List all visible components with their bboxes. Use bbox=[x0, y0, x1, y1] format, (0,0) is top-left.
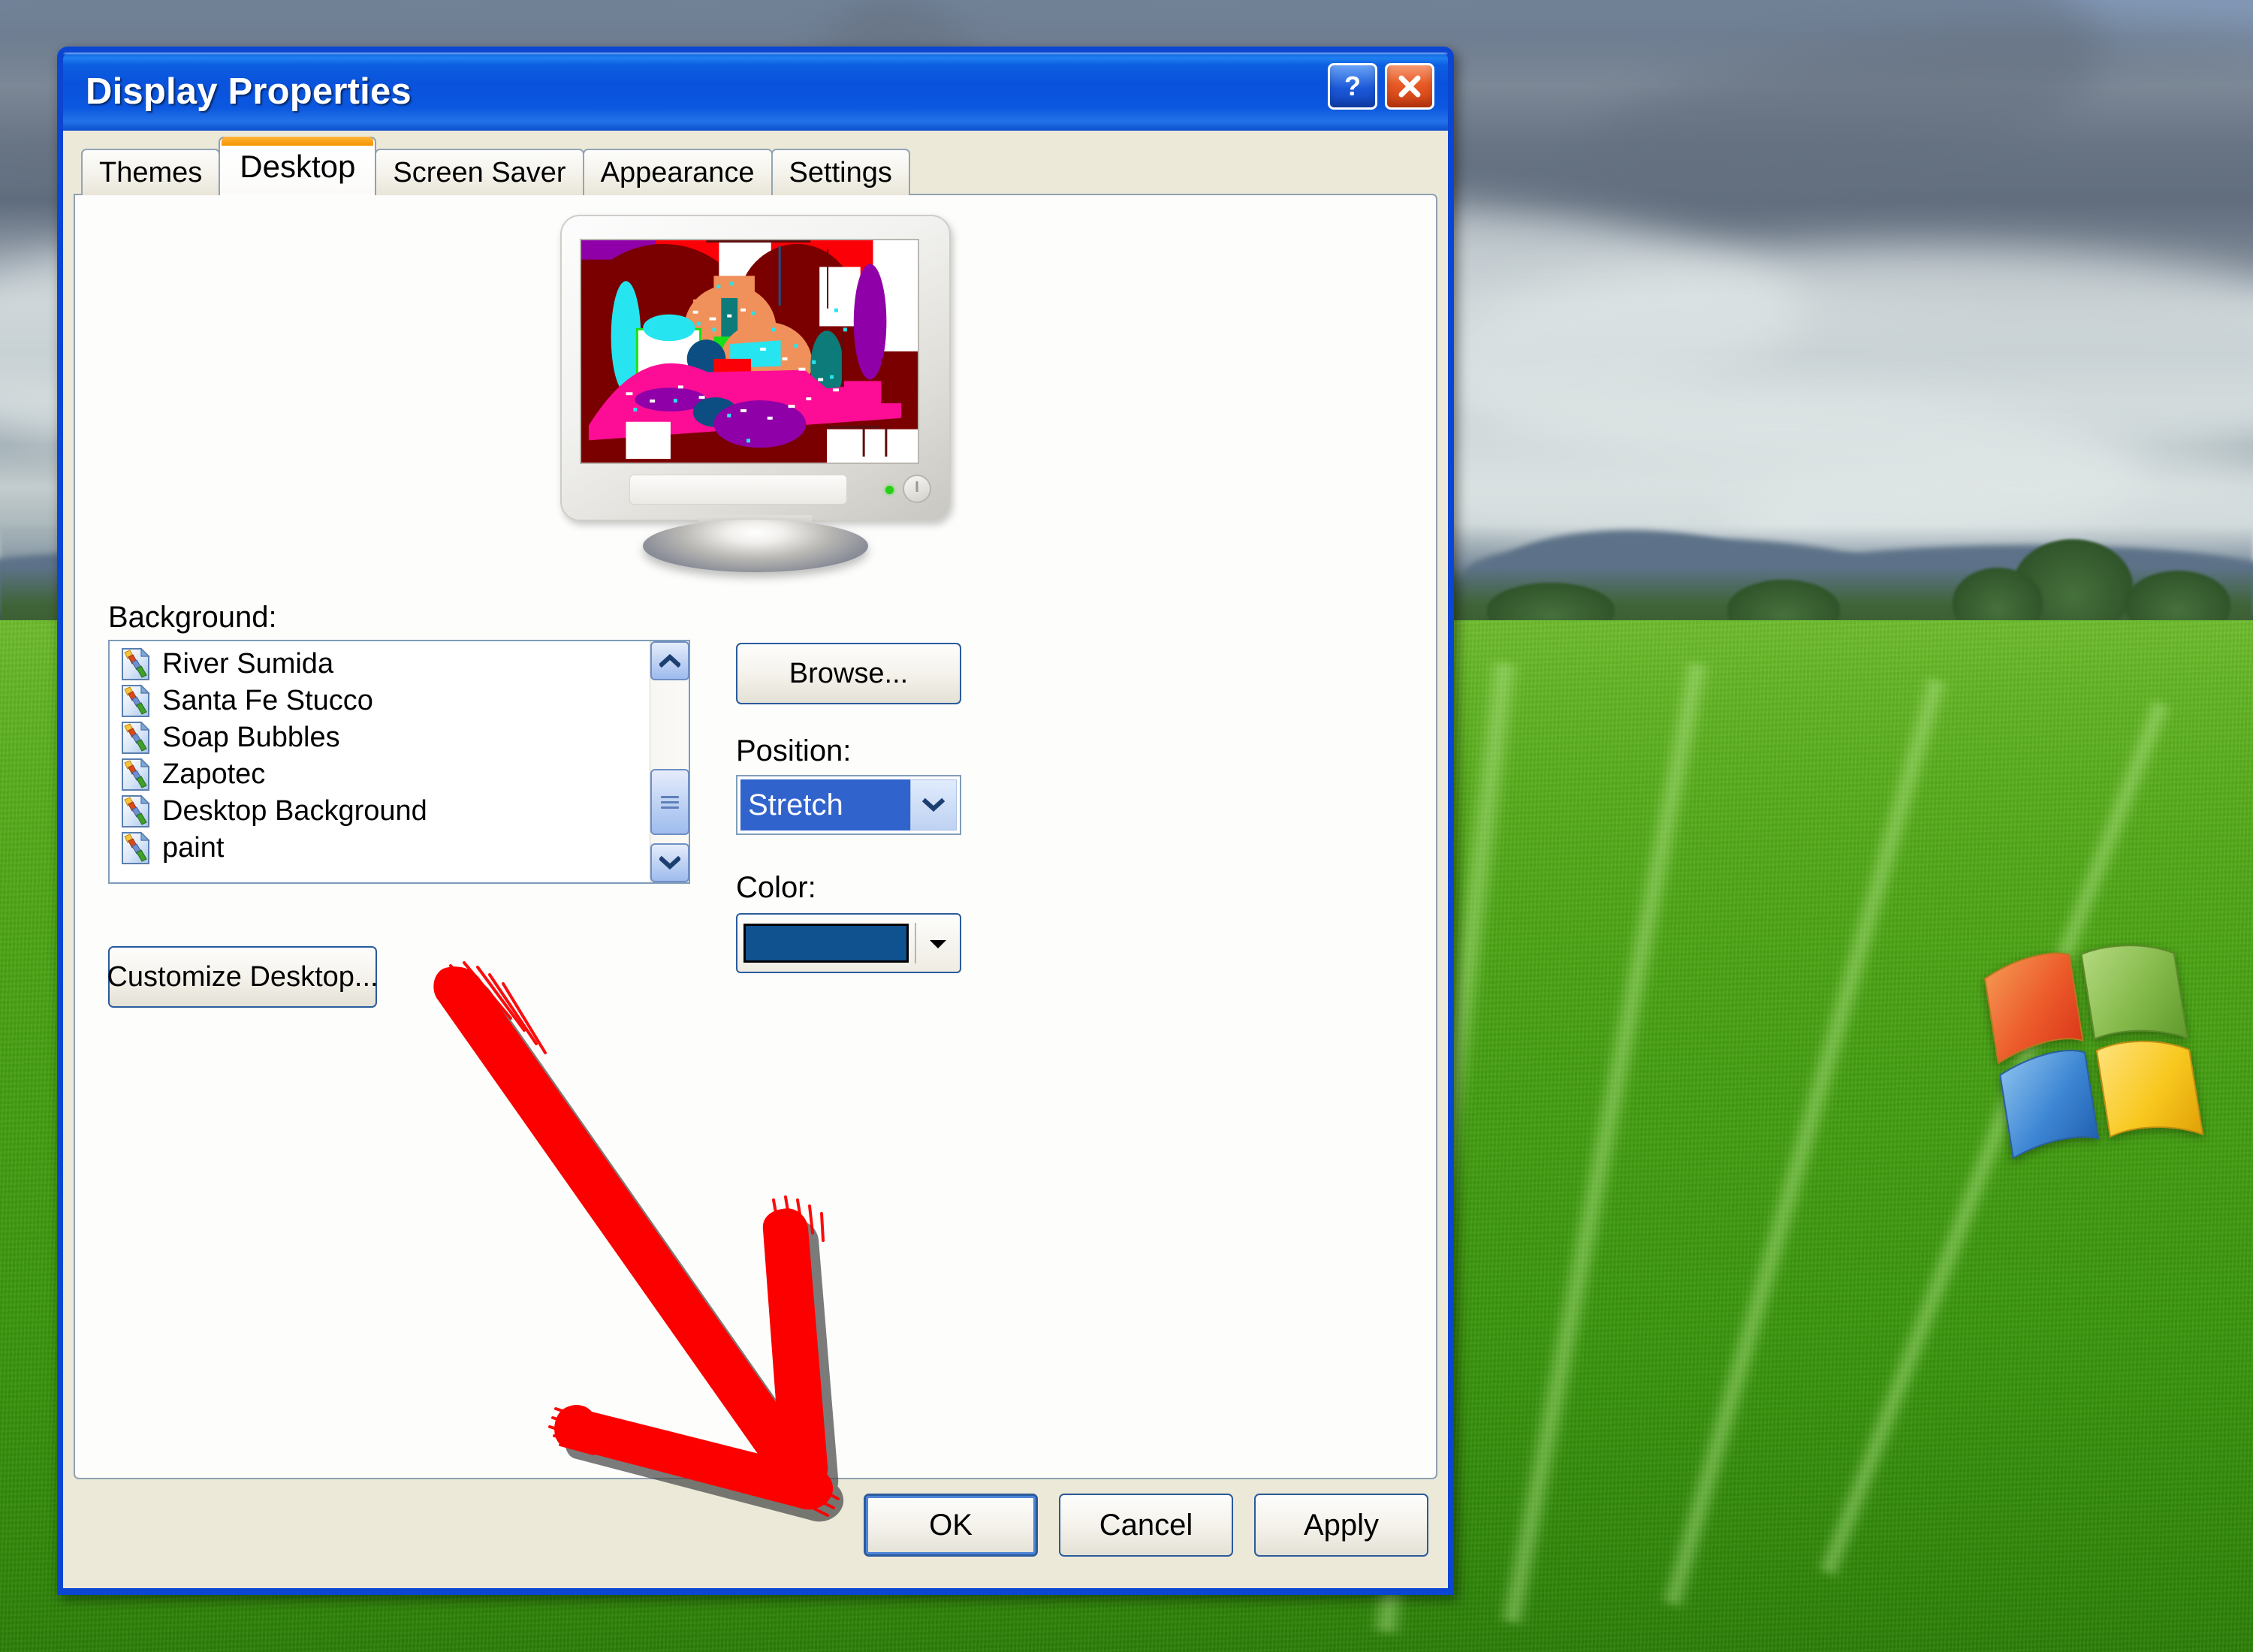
color-label: Color: bbox=[736, 871, 816, 904]
background-listbox[interactable]: River Sumida Santa Fe Stucco Soap Bubble… bbox=[108, 640, 690, 884]
desktop-background: Display Properties ? Themes Desktop Scre… bbox=[0, 0, 2253, 1652]
monitor-preview bbox=[560, 215, 951, 572]
background-label: Background: bbox=[108, 601, 277, 634]
window-title: Display Properties bbox=[86, 71, 412, 112]
monitor-base bbox=[643, 520, 868, 572]
triangle-down-icon[interactable] bbox=[922, 936, 954, 950]
paint-document-icon bbox=[120, 831, 152, 866]
monitor-power-button-icon bbox=[903, 475, 931, 503]
scroll-track[interactable] bbox=[650, 680, 689, 843]
position-selected-value: Stretch bbox=[740, 779, 910, 831]
cancel-button-label: Cancel bbox=[1099, 1508, 1193, 1542]
list-item[interactable]: paint bbox=[116, 830, 650, 867]
list-item-label: River Sumida bbox=[162, 648, 334, 680]
tab-settings[interactable]: Settings bbox=[771, 149, 910, 195]
crt-monitor-icon bbox=[560, 215, 951, 521]
listbox-scrollbar[interactable] bbox=[650, 641, 689, 882]
apply-button-label: Apply bbox=[1303, 1508, 1380, 1542]
paint-document-icon bbox=[120, 647, 152, 682]
dialog-footer: OK Cancel Apply bbox=[63, 1462, 1448, 1588]
monitor-screen-preview bbox=[580, 239, 919, 464]
tab-screen-saver[interactable]: Screen Saver bbox=[375, 149, 584, 195]
monitor-power-led bbox=[885, 486, 894, 494]
svg-text:?: ? bbox=[1344, 71, 1361, 101]
tab-screen-saver-label: Screen Saver bbox=[393, 156, 566, 188]
background-list-items: River Sumida Santa Fe Stucco Soap Bubble… bbox=[110, 641, 650, 882]
tab-settings-label: Settings bbox=[789, 156, 892, 188]
cancel-button[interactable]: Cancel bbox=[1059, 1494, 1233, 1557]
paint-document-icon bbox=[120, 757, 152, 792]
divider bbox=[915, 923, 916, 963]
desktop-tab-panel: Background: River Sumida Santa Fe Stucco… bbox=[74, 194, 1437, 1479]
close-button[interactable] bbox=[1385, 63, 1434, 110]
ok-button-label: OK bbox=[929, 1508, 973, 1542]
tab-themes-label: Themes bbox=[99, 156, 203, 188]
paint-document-icon bbox=[120, 683, 152, 719]
display-properties-dialog: Display Properties ? Themes Desktop Scre… bbox=[57, 47, 1454, 1595]
list-item-label: paint bbox=[162, 832, 225, 864]
scroll-thumb-grip-icon bbox=[661, 793, 679, 812]
list-item-label: Zapotec bbox=[162, 758, 266, 790]
customize-desktop-label: Customize Desktop... bbox=[107, 960, 379, 993]
paint-document-icon bbox=[120, 720, 152, 755]
customize-desktop-button[interactable]: Customize Desktop... bbox=[107, 946, 379, 1008]
title-bar[interactable]: Display Properties ? bbox=[63, 53, 1448, 131]
scroll-thumb[interactable] bbox=[650, 769, 689, 835]
tab-appearance-label: Appearance bbox=[600, 156, 755, 188]
list-item-label: Santa Fe Stucco bbox=[162, 685, 373, 716]
tab-desktop[interactable]: Desktop bbox=[219, 137, 377, 198]
monitor-control-bar bbox=[629, 475, 847, 505]
paint-document-icon bbox=[120, 794, 152, 829]
color-dropdown[interactable] bbox=[736, 913, 961, 973]
browse-button[interactable]: Browse... bbox=[736, 643, 961, 704]
tab-desktop-label: Desktop bbox=[240, 149, 356, 184]
list-item[interactable]: River Sumida bbox=[116, 646, 650, 683]
browse-button-label: Browse... bbox=[789, 657, 909, 689]
position-label: Position: bbox=[736, 734, 852, 767]
list-item[interactable]: Zapotec bbox=[116, 756, 650, 793]
help-button[interactable]: ? bbox=[1328, 63, 1377, 110]
scroll-up-button[interactable] bbox=[650, 641, 689, 680]
apply-button[interactable]: Apply bbox=[1254, 1494, 1428, 1557]
list-item-label: Desktop Background bbox=[162, 795, 427, 827]
list-item-label: Soap Bubbles bbox=[162, 722, 340, 753]
scroll-down-button[interactable] bbox=[650, 843, 689, 882]
ok-button[interactable]: OK bbox=[864, 1494, 1038, 1557]
list-item[interactable]: Soap Bubbles bbox=[116, 719, 650, 756]
tab-strip: Themes Desktop Screen Saver Appearance S… bbox=[81, 137, 1437, 198]
windows-xp-logo bbox=[1971, 935, 2204, 1160]
chevron-down-icon[interactable] bbox=[910, 779, 957, 831]
list-item[interactable]: Santa Fe Stucco bbox=[116, 683, 650, 719]
window-controls: ? bbox=[1328, 63, 1434, 110]
color-swatch bbox=[743, 924, 909, 963]
tab-appearance[interactable]: Appearance bbox=[582, 149, 773, 195]
dialog-body: Themes Desktop Screen Saver Appearance S… bbox=[63, 131, 1448, 1588]
tab-themes[interactable]: Themes bbox=[81, 149, 221, 195]
list-item[interactable]: Desktop Background bbox=[116, 793, 650, 830]
position-dropdown[interactable]: Stretch bbox=[736, 775, 961, 835]
